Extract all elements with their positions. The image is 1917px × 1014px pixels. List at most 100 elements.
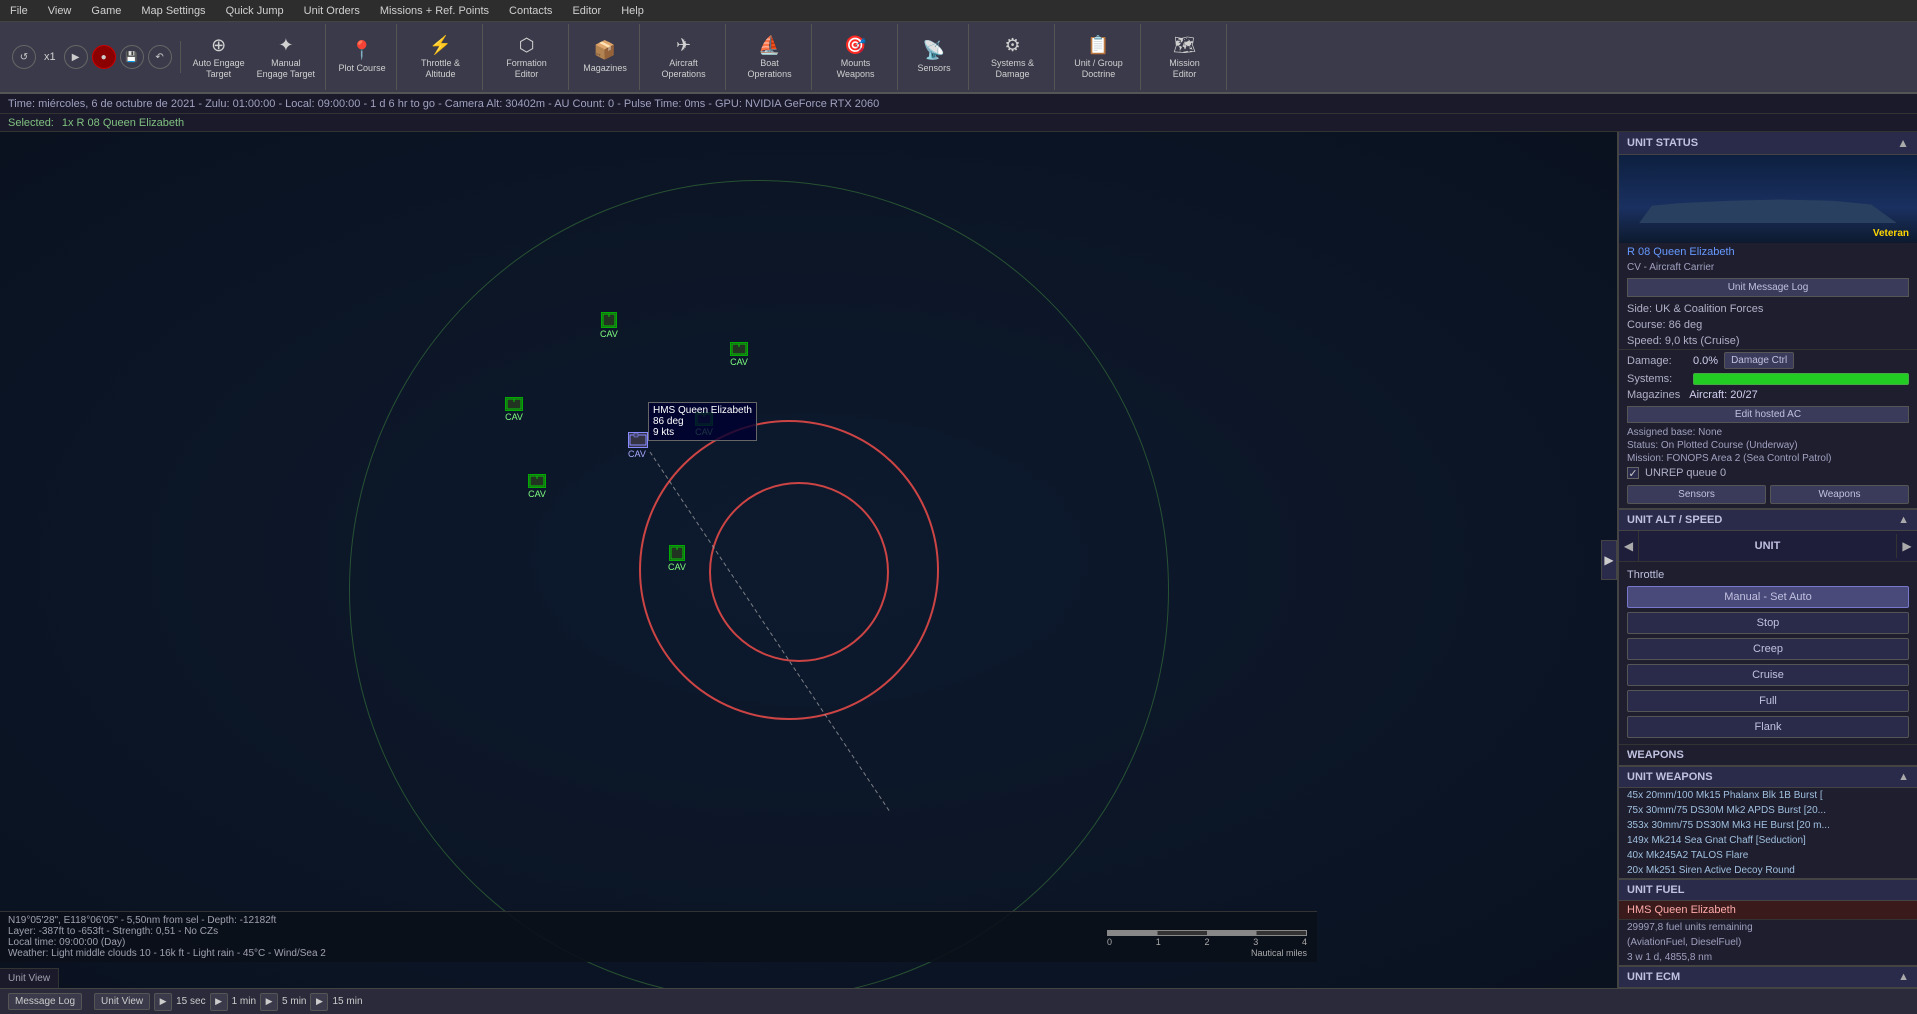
aircraft-ops-button[interactable]: ✈ AircraftOperations: [646, 26, 721, 88]
unit-name-link[interactable]: R 08 Queen Elizabeth: [1619, 243, 1917, 261]
cav-unit-left[interactable]: CAV: [505, 397, 523, 422]
col-arrow-left[interactable]: ◀: [1619, 531, 1639, 561]
message-log-tab[interactable]: Message Log: [8, 993, 82, 1010]
edit-hosted-ac-button[interactable]: Edit hosted AC: [1627, 406, 1909, 423]
col-arrow-right[interactable]: ▶: [1897, 531, 1917, 561]
plot-course-icon: 📍: [351, 40, 373, 61]
systems-damage-button[interactable]: ⚙ Systems &Damage: [975, 26, 1050, 88]
cav-unit-lower-left[interactable]: CAV: [528, 474, 546, 499]
fuel-unit-row[interactable]: HMS Queen Elizabeth: [1619, 901, 1917, 920]
throttle-stop-btn[interactable]: Stop: [1627, 612, 1909, 634]
hms-name-text: HMS Queen Elizabeth: [653, 405, 752, 416]
play-1min-btn[interactable]: ▶: [210, 993, 228, 1011]
throttle-manual-btn[interactable]: Manual - Set Auto: [1627, 586, 1909, 608]
sensors-panel-button[interactable]: Sensors: [1627, 485, 1766, 504]
unit-view-btn[interactable]: Unit View: [94, 993, 150, 1010]
throttle-cruise-btn[interactable]: Cruise: [1627, 664, 1909, 686]
play-15min-btn[interactable]: ▶: [310, 993, 328, 1011]
formation-button[interactable]: ⬡ FormationEditor: [489, 26, 564, 88]
sensors-button[interactable]: 📡 Sensors: [904, 26, 964, 88]
unrep-checkbox[interactable]: ✓: [1627, 467, 1639, 479]
menu-game[interactable]: Game: [81, 3, 131, 19]
play-button[interactable]: ▶: [64, 45, 88, 69]
formation-label: FormationEditor: [506, 58, 547, 80]
mounts-weapons-button[interactable]: 🎯 MountsWeapons: [818, 26, 893, 88]
manual-engage-button[interactable]: ✦ ManualEngage Target: [251, 26, 321, 88]
plot-course-button[interactable]: 📍 Plot Course: [332, 26, 392, 88]
throttle-group: ⚡ Throttle &Altitude: [399, 24, 483, 90]
boat-ops-button[interactable]: ⛵ BoatOperations: [732, 26, 807, 88]
mounts-weapons-label: MountsWeapons: [837, 58, 875, 80]
damage-val: 0.0%: [1693, 355, 1718, 367]
unit-status-collapse[interactable]: ▲: [1897, 136, 1909, 150]
save-button[interactable]: 💾: [120, 45, 144, 69]
weapon-item-4[interactable]: 149x Mk214 Sea Gnat Chaff [Seduction]: [1619, 833, 1917, 848]
mission-editor-button[interactable]: 🗺 MissionEditor: [1147, 26, 1222, 88]
unit-ecm-collapse[interactable]: ▲: [1898, 971, 1909, 983]
main-layout: CAV CAV CAV CAV HMS Queen Elizabet: [0, 132, 1917, 988]
cav-unit-bottom[interactable]: CAV: [668, 545, 686, 572]
time-1min: 1 min: [232, 996, 256, 1007]
message-log-button[interactable]: Unit View: [0, 968, 59, 988]
throttle-button[interactable]: ⚡ Throttle &Altitude: [403, 26, 478, 88]
speed-info: Speed: 9,0 kts (Cruise): [1619, 333, 1917, 349]
throttle-full-btn[interactable]: Full: [1627, 690, 1909, 712]
record-button[interactable]: ●: [92, 45, 116, 69]
cav-top-right-label: CAV: [730, 357, 748, 367]
sensors-weapons-row: Sensors Weapons: [1619, 481, 1917, 508]
loop-button[interactable]: ↺: [12, 45, 36, 69]
cav-unit-top-right[interactable]: CAV: [730, 342, 748, 367]
unit-message-log-button[interactable]: Unit Message Log: [1627, 278, 1909, 297]
damage-ctrl-button[interactable]: Damage Ctrl: [1724, 352, 1794, 369]
expand-panel-button[interactable]: ▶: [1601, 540, 1617, 580]
systems-damage-group: ⚙ Systems &Damage: [971, 24, 1055, 90]
weapon-item-2[interactable]: 75x 30mm/75 DS30M Mk2 APDS Burst [20...: [1619, 803, 1917, 818]
play-5min-btn[interactable]: ▶: [260, 993, 278, 1011]
menu-editor[interactable]: Editor: [562, 3, 611, 19]
weapon-item-6[interactable]: 20x Mk251 Siren Active Decoy Round: [1619, 863, 1917, 878]
auto-engage-button[interactable]: ⊕ Auto EngageTarget: [187, 26, 251, 88]
cav-lower-left-icon: [528, 474, 546, 488]
cav-bottom-icon: [669, 545, 685, 561]
cav-bottom-label: CAV: [668, 562, 686, 572]
menu-file[interactable]: File: [0, 3, 38, 19]
coords-text: N19°05'28", E118°06'05" - 5,50nm from se…: [8, 915, 1309, 926]
unit-group-doctrine-button[interactable]: 📋 Unit / GroupDoctrine: [1061, 26, 1136, 88]
menu-help[interactable]: Help: [611, 3, 654, 19]
weapons-panel-button[interactable]: Weapons: [1770, 485, 1909, 504]
throttle-creep-btn[interactable]: Creep: [1627, 638, 1909, 660]
weapon-item-5[interactable]: 40x Mk245A2 TALOS Flare: [1619, 848, 1917, 863]
alt-speed-collapse[interactable]: ▲: [1898, 514, 1909, 526]
scale-unit-label: Nautical miles: [1251, 948, 1307, 958]
time-5min: 5 min: [282, 996, 306, 1007]
aircraft-ops-icon: ✈: [676, 35, 691, 56]
unit-status-header: UNIT STATUS ▲: [1619, 132, 1917, 155]
boat-ops-icon: ⛵: [758, 35, 780, 56]
auto-engage-group: ⊕ Auto EngageTarget ✦ ManualEngage Targe…: [183, 24, 326, 90]
fuel-detail: 3 w 1 d, 4855,8 nm: [1619, 950, 1917, 965]
undo-button[interactable]: ↶: [148, 45, 172, 69]
menu-map-settings[interactable]: Map Settings: [131, 3, 215, 19]
aircraft-ops-label: AircraftOperations: [662, 58, 706, 80]
unit-weapons-collapse[interactable]: ▲: [1898, 771, 1909, 783]
time-15sec: 15 sec: [176, 996, 205, 1007]
throttle-section: Throttle Manual - Set Auto Stop Creep Cr…: [1619, 562, 1917, 744]
menu-quick-jump[interactable]: Quick Jump: [216, 3, 294, 19]
hms-queen-elizabeth-marker[interactable]: HMS Queen Elizabeth 86 deg 9 kts CAV: [628, 432, 648, 460]
unit-weapons-title: UNIT WEAPONS: [1627, 771, 1713, 783]
hms-icon: [628, 432, 648, 448]
weapon-item-1[interactable]: 45x 20mm/100 Mk15 Phalanx Blk 1B Burst [: [1619, 788, 1917, 803]
menu-view[interactable]: View: [38, 3, 82, 19]
menu-contacts[interactable]: Contacts: [499, 3, 562, 19]
menu-missions[interactable]: Missions + Ref. Points: [370, 3, 499, 19]
col-title: UNIT: [1639, 534, 1897, 558]
weapon-item-3[interactable]: 353x 30mm/75 DS30M Mk3 HE Burst [20 m...: [1619, 818, 1917, 833]
magazines-button[interactable]: 📦 Magazines: [575, 26, 635, 88]
play-15sec-btn[interactable]: ▶: [154, 993, 172, 1011]
menu-unit-orders[interactable]: Unit Orders: [294, 3, 370, 19]
throttle-flank-btn[interactable]: Flank: [1627, 716, 1909, 738]
cav-unit-top[interactable]: CAV: [600, 312, 618, 339]
unit-group-doctrine-icon: 📋: [1087, 35, 1109, 56]
map-area[interactable]: CAV CAV CAV CAV HMS Queen Elizabet: [0, 132, 1617, 988]
unit-fuel-header: UNIT FUEL: [1619, 878, 1917, 901]
